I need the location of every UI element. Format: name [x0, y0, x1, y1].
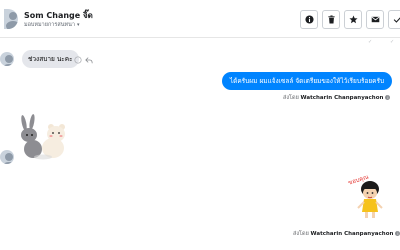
info-icon: i: [385, 95, 391, 100]
star-icon: [348, 15, 358, 24]
sent-by-label: ส่งโดย: [293, 231, 309, 237]
thank-you-sticker[interactable]: ขอบคุณ: [340, 172, 390, 222]
conversation-header: Som Change จิ๊ด มอบหมายการสนทนา ▾: [0, 0, 400, 38]
done-button[interactable]: [388, 10, 400, 29]
reply-icon: [84, 56, 93, 63]
caret-down-icon: ▾: [76, 22, 80, 28]
seen-check-icon: ✓: [368, 39, 373, 45]
sender-name: Watcharin Chanpanyachon: [310, 231, 394, 237]
outgoing-message[interactable]: ได้ครับผม ผมแจ้งเซลล์ จัดเตรียมของให้ไว้…: [222, 72, 392, 90]
check-icon: [393, 16, 400, 23]
mail-button[interactable]: [366, 10, 384, 29]
smiley-icon: [73, 55, 82, 64]
message-options-icon[interactable]: [73, 55, 82, 64]
sender-name: Watcharin Chanpanyachon: [300, 95, 384, 101]
delete-button[interactable]: [322, 10, 340, 29]
sender-avatar: [0, 52, 14, 66]
mail-icon: [371, 16, 379, 23]
sent-by-line: ส่งโดย Watcharin Chanpanyachon i: [293, 230, 400, 238]
seen-check-icon: ✓: [390, 39, 395, 45]
incoming-message[interactable]: ช่วงสบาย นะคะ: [22, 50, 79, 68]
reply-button[interactable]: [84, 55, 93, 64]
sender-avatar: [0, 150, 14, 164]
star-button[interactable]: [344, 10, 362, 29]
trash-icon: [327, 15, 335, 24]
bunny-bear-sticker[interactable]: [15, 113, 70, 161]
sent-by-line: ส่งโดย Watcharin Chanpanyachon i: [283, 94, 391, 102]
info-icon: [304, 15, 314, 24]
sent-by-label: ส่งโดย: [283, 95, 299, 101]
assign-dropdown-label: มอบหมายการสนทนา: [24, 22, 75, 28]
info-button[interactable]: [300, 10, 318, 29]
contact-avatar[interactable]: [4, 9, 18, 29]
assign-dropdown[interactable]: มอบหมายการสนทนา ▾: [24, 21, 79, 29]
info-icon: i: [395, 231, 400, 236]
